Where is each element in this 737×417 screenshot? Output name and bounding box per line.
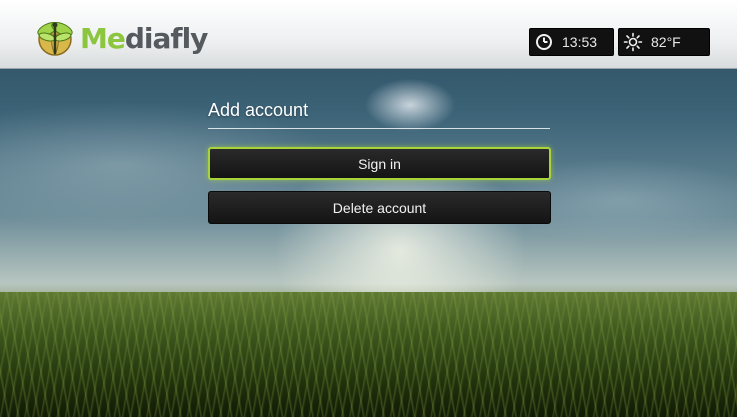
clock-display: 13:53 <box>529 28 614 56</box>
clock-icon <box>536 34 552 50</box>
dragonfly-globe-icon <box>37 22 73 56</box>
screen: Mediafly 13:53 82°F Add account Sign in … <box>0 0 737 417</box>
app-logo-text: Mediafly <box>80 21 209 55</box>
title-divider <box>208 128 550 129</box>
temperature-value: 82°F <box>651 34 681 50</box>
sun-icon <box>623 32 643 52</box>
menu-title: Add account <box>208 100 309 120</box>
logo-text-accent: Me <box>80 21 126 55</box>
top-bar: Mediafly 13:53 82°F <box>0 0 737 69</box>
delete-account-button[interactable]: Delete account <box>208 191 551 224</box>
weather-display: 82°F <box>618 28 710 56</box>
background-grass <box>0 292 737 417</box>
logo-text-rest: diafly <box>124 21 209 55</box>
clock-time: 13:53 <box>562 34 598 50</box>
app-logo: Mediafly <box>34 18 209 58</box>
sign-in-button[interactable]: Sign in <box>208 147 551 180</box>
